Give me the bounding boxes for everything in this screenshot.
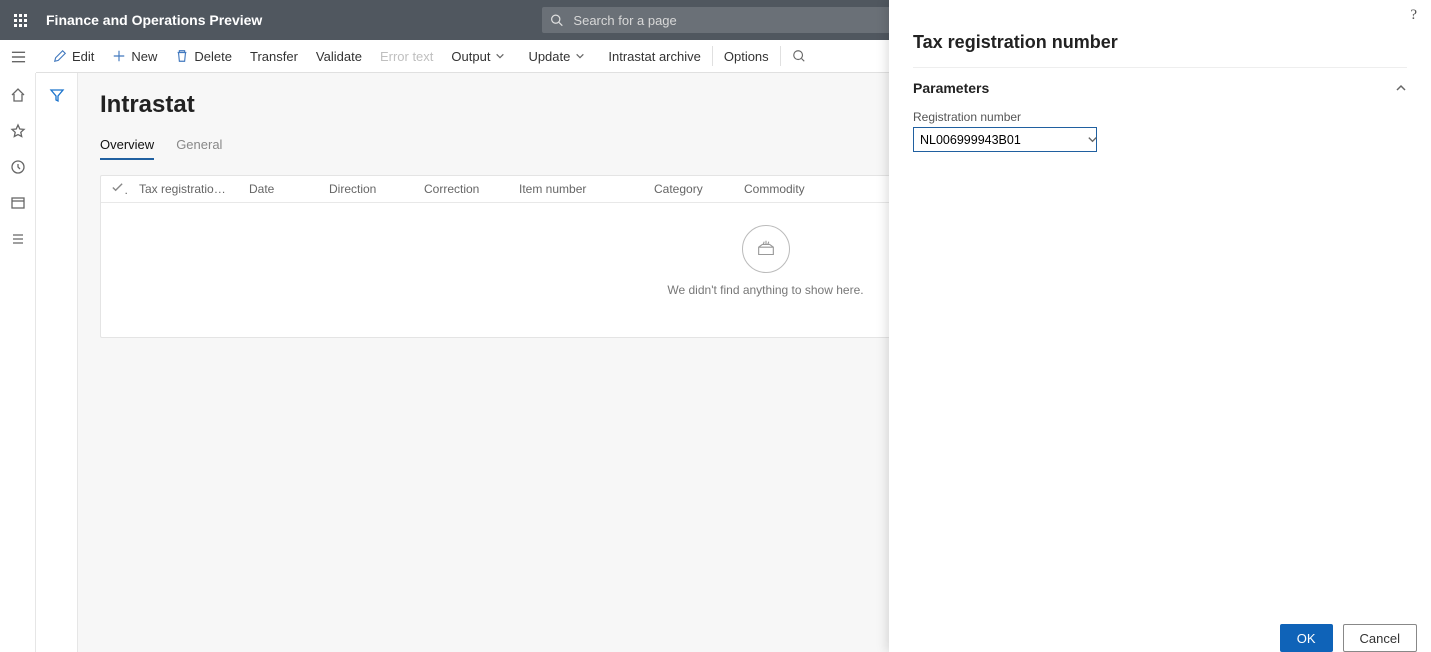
registration-label: Registration number	[913, 110, 1407, 124]
col-date[interactable]: Date	[239, 182, 319, 196]
app-title: Finance and Operations Preview	[46, 12, 262, 28]
errortext-label: Error text	[380, 49, 433, 64]
section-label: Parameters	[913, 80, 989, 96]
output-menu[interactable]: Output	[442, 40, 519, 73]
select-all-checkbox[interactable]	[101, 181, 129, 197]
errortext-button: Error text	[371, 40, 442, 73]
archive-label: Intrastat archive	[608, 49, 701, 64]
options-label: Options	[724, 49, 769, 64]
filter-rail	[36, 73, 78, 652]
validate-button[interactable]: Validate	[307, 40, 371, 73]
col-correction[interactable]: Correction	[414, 182, 509, 196]
chevron-down-icon	[1087, 134, 1098, 145]
find-button[interactable]	[783, 40, 815, 73]
col-category[interactable]: Category	[644, 182, 734, 196]
update-label: Update	[528, 49, 570, 64]
plus-icon	[112, 49, 126, 63]
separator	[712, 46, 713, 66]
chevron-up-icon	[1395, 82, 1407, 94]
search-input[interactable]	[571, 12, 894, 29]
delete-button[interactable]: Delete	[166, 40, 241, 73]
col-direction[interactable]: Direction	[319, 182, 414, 196]
transfer-button[interactable]: Transfer	[241, 40, 307, 73]
filter-icon[interactable]	[49, 87, 65, 103]
new-button[interactable]: New	[103, 40, 166, 73]
global-search[interactable]	[542, 7, 902, 33]
chevron-down-icon	[575, 51, 585, 61]
output-label: Output	[451, 49, 490, 64]
col-item-number[interactable]: Item number	[509, 182, 644, 196]
search-icon	[550, 13, 563, 27]
registration-number-combo[interactable]	[913, 127, 1097, 152]
panel-footer: OK Cancel	[889, 612, 1431, 652]
check-icon	[111, 181, 124, 194]
options-button[interactable]: Options	[715, 40, 778, 73]
recent-icon[interactable]	[10, 159, 26, 175]
archive-button[interactable]: Intrastat archive	[599, 40, 710, 73]
cancel-button[interactable]: Cancel	[1343, 624, 1417, 652]
validate-label: Validate	[316, 49, 362, 64]
side-panel: ? Tax registration number Parameters Reg…	[889, 0, 1431, 652]
separator	[780, 46, 781, 66]
edit-button[interactable]: Edit	[44, 40, 103, 73]
parameters-section: Parameters Registration number	[913, 67, 1407, 152]
modules-icon[interactable]	[10, 231, 26, 247]
edit-label: Edit	[72, 49, 94, 64]
search-icon	[792, 49, 806, 63]
help-icon[interactable]: ?	[1410, 7, 1417, 24]
left-nav-rail	[0, 73, 36, 652]
dropdown-toggle[interactable]	[1087, 134, 1098, 145]
delete-label: Delete	[194, 49, 232, 64]
home-icon[interactable]	[10, 87, 26, 103]
ok-button[interactable]: OK	[1280, 624, 1333, 652]
workspace-icon[interactable]	[10, 195, 26, 211]
trash-icon	[175, 49, 189, 63]
pencil-icon	[53, 49, 67, 63]
registration-number-input[interactable]	[914, 133, 1087, 147]
transfer-label: Transfer	[250, 49, 298, 64]
panel-title: Tax registration number	[889, 30, 1431, 67]
empty-text: We didn't find anything to show here.	[667, 283, 863, 297]
col-tax-registration[interactable]: Tax registration num...	[129, 182, 239, 196]
empty-icon	[742, 225, 790, 273]
panel-header: ?	[889, 0, 1431, 30]
col-commodity[interactable]: Commodity	[734, 182, 844, 196]
chevron-down-icon	[495, 51, 505, 61]
new-label: New	[131, 49, 157, 64]
update-menu[interactable]: Update	[519, 40, 599, 73]
tab-general[interactable]: General	[176, 133, 222, 160]
tab-overview[interactable]: Overview	[100, 133, 154, 160]
star-icon[interactable]	[10, 123, 26, 139]
nav-collapse-toggle[interactable]	[0, 40, 36, 73]
parameters-header[interactable]: Parameters	[913, 68, 1407, 104]
app-launcher-icon[interactable]	[0, 0, 40, 40]
